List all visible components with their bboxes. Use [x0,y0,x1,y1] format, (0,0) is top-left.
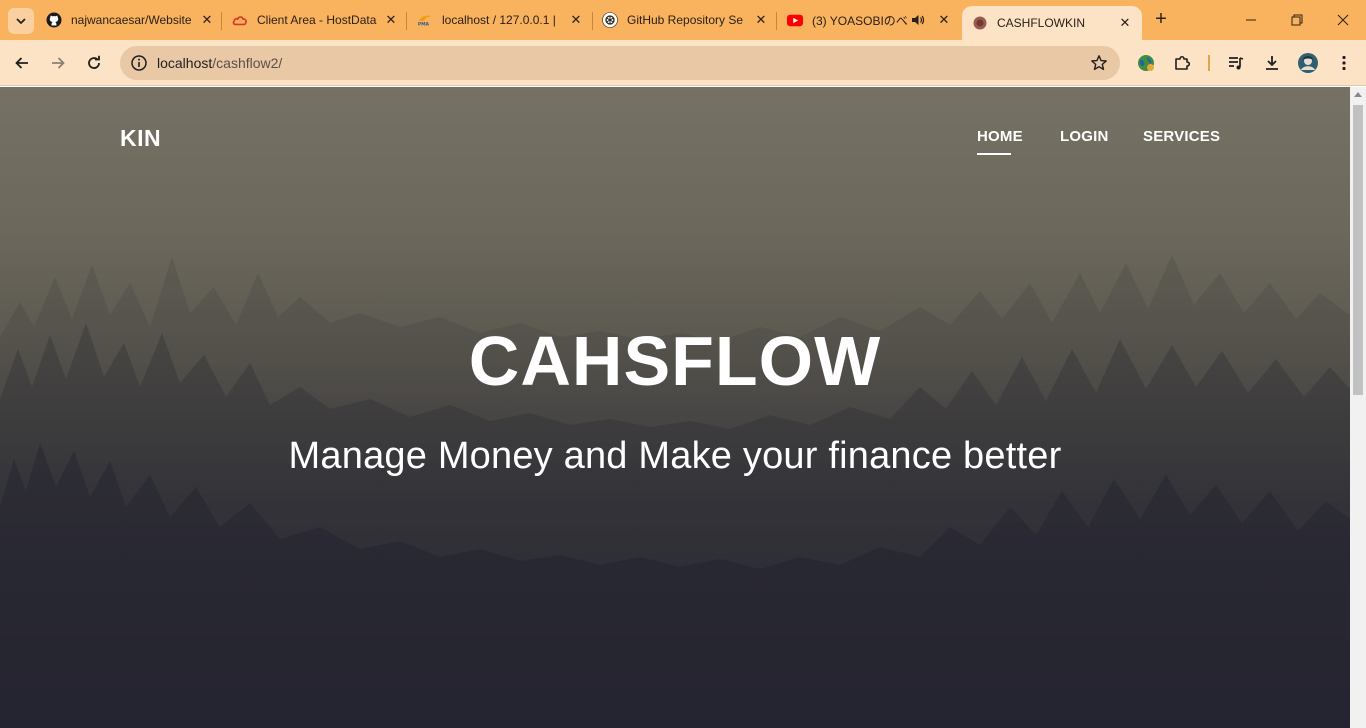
more-vertical-icon [1342,55,1346,71]
toolbar-divider [1208,55,1210,71]
nav-active-indicator [977,153,1011,155]
openai-icon [602,12,618,28]
url-host: localhost [157,55,213,71]
tab-divider [221,12,222,30]
tab-cashflowkin[interactable]: CASHFLOWKIN ✕ [962,6,1142,40]
tab-strip: najwancaesar/Website ✕ Client Area - Hos… [0,0,1366,40]
close-icon[interactable]: ✕ [198,11,216,29]
tab-divider [592,12,593,30]
address-bar[interactable]: localhost/cashflow2/ [120,46,1120,80]
close-icon[interactable]: ✕ [752,11,770,29]
tab-title: (3) YOASOBIのベス [812,13,907,28]
site-brand-logo[interactable]: KIN [120,125,161,152]
playlist-music-icon [1229,57,1244,70]
tab-divider [776,12,777,30]
extension-globe-button[interactable] [1134,51,1158,75]
scrollbar-thumb[interactable] [1353,105,1363,395]
url-path: /cashflow2/ [212,55,283,71]
menu-button[interactable] [1332,51,1356,75]
tab-title: CASHFLOWKIN [997,16,1086,30]
restore-button[interactable] [1274,0,1320,40]
tab-phpmyadmin[interactable]: PMA localhost / 127.0.0.1 | ✕ [417,6,585,34]
new-tab-button[interactable]: + [1150,8,1172,30]
cloud-icon [232,12,248,28]
tab-search-button[interactable] [8,8,34,34]
close-icon[interactable]: ✕ [382,11,400,29]
download-icon [1266,56,1278,70]
hero-title: CAHSFLOW [468,322,882,400]
nav-home-link[interactable]: HOME [977,128,1023,145]
scroll-up-arrow-icon[interactable] [1354,92,1362,97]
star-icon[interactable] [1090,54,1108,72]
tab-youtube[interactable]: (3) YOASOBIのベス ✕ [787,6,953,34]
tab-github[interactable]: najwancaesar/Website ✕ [46,6,216,34]
chevron-down-icon [16,18,26,25]
close-icon[interactable]: ✕ [935,11,953,29]
tab-title: localhost / 127.0.0.1 | [442,13,556,27]
close-window-button[interactable] [1320,0,1366,40]
tab-title: Client Area - HostData [257,13,377,27]
minimize-icon [1246,19,1256,21]
extensions-button[interactable] [1170,51,1194,75]
browser-toolbar: localhost/cashflow2/ [0,40,1366,86]
forward-button[interactable] [46,51,70,75]
close-icon [1337,14,1349,26]
tab-divider [406,12,407,30]
close-icon[interactable]: ✕ [1116,14,1134,32]
close-icon[interactable]: ✕ [567,11,585,29]
downloads-button[interactable] [1260,51,1284,75]
vertical-scrollbar[interactable] [1350,87,1366,728]
avatar [1298,53,1318,73]
svg-text:PMA: PMA [418,21,430,27]
hero-subtitle: Manage Money and Make your finance bette… [288,435,1062,477]
reload-button[interactable] [82,51,106,75]
tab-title: najwancaesar/Website [71,13,192,27]
nav-services-link[interactable]: SERVICES [1143,128,1220,145]
tab-title: GitHub Repository Se [627,13,744,27]
back-button[interactable] [10,51,34,75]
nav-login-link[interactable]: LOGIN [1060,128,1109,145]
arrow-left-icon [15,57,28,69]
tab-hostdata[interactable]: Client Area - HostData ✕ [232,6,400,34]
minimize-button[interactable] [1228,0,1274,40]
media-control-button[interactable] [1224,51,1248,75]
github-icon [46,12,62,28]
url-text[interactable]: localhost/cashflow2/ [157,55,282,71]
profile-button[interactable] [1296,51,1320,75]
phpmyadmin-icon: PMA [417,12,433,28]
tab-chatgpt[interactable]: GitHub Repository Se ✕ [602,6,770,34]
puzzle-icon [1175,55,1191,70]
forest-background [0,255,1350,728]
reload-icon [88,55,100,69]
arrow-right-icon [52,57,65,69]
globe-extension-icon [1138,55,1154,71]
restore-icon [1291,14,1303,26]
speaker-icon[interactable] [909,11,927,29]
youtube-icon [787,12,803,28]
page-viewport: KIN HOME LOGIN SERVICES CAHSFLOW Manage … [0,87,1350,728]
info-icon[interactable] [130,54,148,72]
site-favicon [972,15,988,31]
